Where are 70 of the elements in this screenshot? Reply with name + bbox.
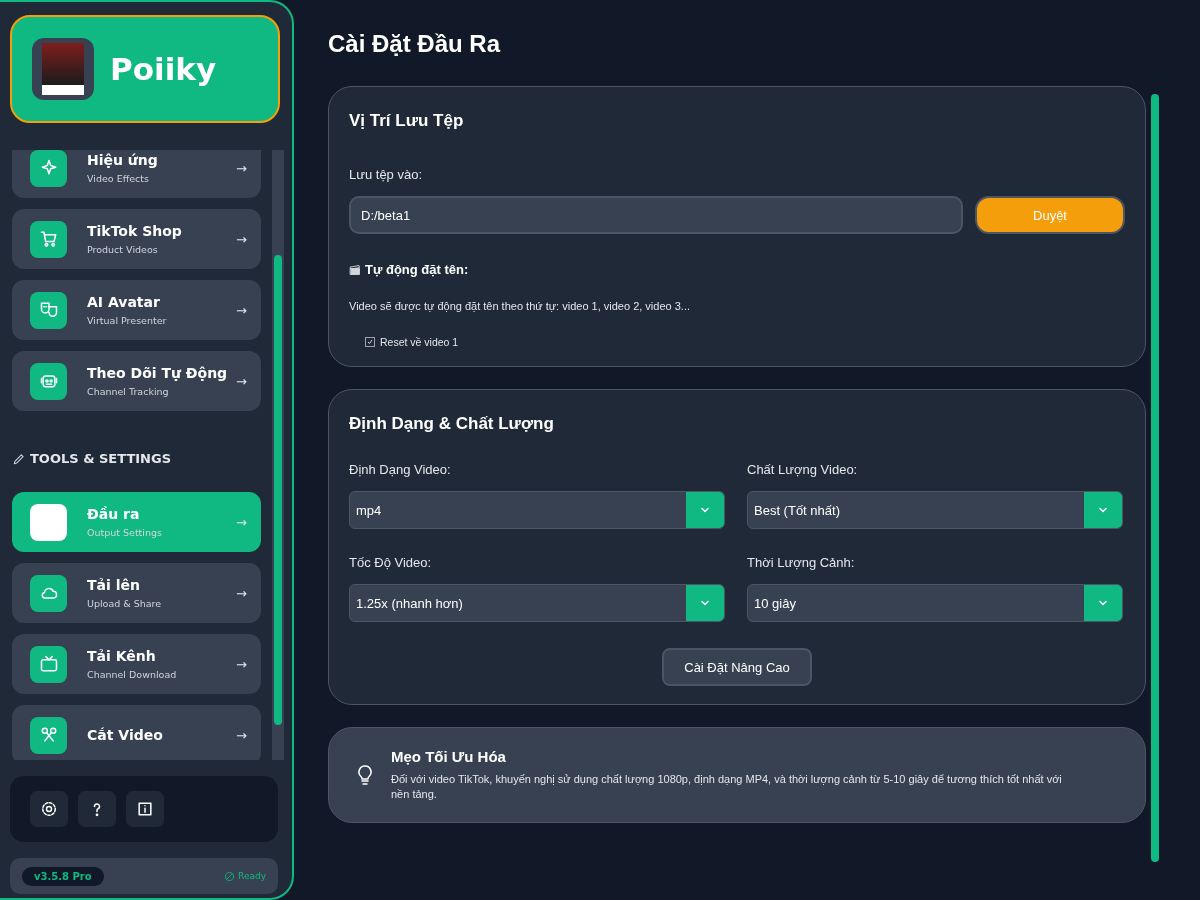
section-label: Tự động đặt tên:	[365, 262, 469, 277]
description-text: Video sẽ được tự động đặt tên theo thứ tự: video 1, video 2, video 3...	[349, 300, 691, 312]
tip-text: Đối với video TikTok, khuyến nghị sử dụng chất lượng 1080p, định dạng MP4, và thời lượng cảnh từ 5-10 giây để tương thích tốt nhất với nền tảng.	[391, 772, 1063, 802]
checkbox-label: Reset về video 1	[380, 336, 459, 348]
nav-item[interactable]: Hiệu ứng Video Effects →	[12, 150, 261, 198]
arrow-glyph: →	[236, 727, 247, 743]
nav-item[interactable]: Tải lên Upload & Share →	[12, 563, 261, 623]
checkbox[interactable]	[365, 337, 375, 347]
nav-title: Tải Kênh	[87, 648, 157, 664]
help-button[interactable]	[78, 791, 116, 827]
arrow-glyph: →	[236, 514, 247, 530]
arrow-glyph: →	[236, 656, 247, 672]
nav-title: Tải lên	[87, 577, 141, 593]
field-label: Định Dạng Video:	[349, 462, 452, 477]
nav-item[interactable]: Tải Kênh Channel Download →	[12, 634, 261, 694]
nav-title: Theo Dõi Tự Động	[87, 365, 229, 381]
scrollbar-thumb[interactable]	[1151, 94, 1159, 862]
nav-subtitle: Virtual Presenter	[87, 315, 168, 326]
nav-item[interactable]: Theo Dõi Tự Động Channel Tracking →	[12, 351, 261, 411]
status-text: Ready	[238, 871, 266, 881]
nav-subtitle: Upload & Share	[87, 598, 163, 609]
checkmark-icon	[367, 339, 373, 345]
info-icon	[135, 799, 155, 819]
settings-icon	[39, 799, 59, 819]
card-title: Định Dạng & Chất Lượng	[349, 414, 555, 434]
nav-title: AI Avatar	[87, 294, 161, 310]
nav-title: Hiệu ứng	[87, 152, 159, 168]
field-label: Thời Lượng Cảnh:	[747, 555, 856, 570]
icon-tile	[30, 503, 67, 541]
settings-button[interactable]	[30, 791, 68, 827]
nav-title: Đầu ra	[87, 506, 141, 522]
nav-item[interactable]: Cắt Video →	[12, 705, 261, 760]
arrow-glyph: →	[236, 585, 247, 601]
section-heading: TOOLS & SETTINGS	[30, 451, 172, 466]
status-icon	[224, 870, 236, 882]
info-button[interactable]	[126, 791, 164, 827]
nav-title: Cắt Video	[87, 727, 164, 743]
tv-icon	[38, 654, 59, 674]
nav-subtitle: Video Effects	[87, 173, 150, 184]
version-badge: v3.5.8 Pro	[22, 866, 104, 886]
nav-item[interactable]: AI Avatar Virtual Presenter →	[12, 280, 261, 340]
field-label: Tốc Độ Video:	[349, 555, 433, 570]
dropdown[interactable]: Best (Tốt nhất)	[747, 491, 1123, 529]
nav-title: TikTok Shop	[87, 223, 183, 239]
nav-subtitle: Channel Download	[87, 669, 178, 680]
masks-icon	[38, 300, 59, 320]
field-label: Lưu tệp vào:	[349, 167, 424, 182]
dropdown[interactable]: 1.25x (nhanh hơn)	[349, 584, 725, 622]
photo-placeholder	[42, 43, 84, 95]
field-label: Chất Lượng Video:	[747, 462, 859, 477]
tip-title: Mẹo Tối Ưu Hóa	[391, 748, 507, 765]
pencil-icon	[12, 451, 26, 466]
nav-subtitle: Product Videos	[87, 244, 159, 255]
card-title: Vị Trí Lưu Tệp	[349, 111, 465, 131]
cart-icon	[38, 229, 59, 249]
arrow-glyph: →	[236, 302, 247, 318]
nav-subtitle: Output Settings	[87, 527, 163, 538]
dropdown[interactable]: 10 giây	[747, 584, 1123, 622]
dropdown[interactable]: mp4	[349, 491, 725, 529]
scrollbar-thumb[interactable]	[274, 255, 282, 725]
page-title: Cài Đặt Đầu Ra	[328, 30, 502, 58]
nav-subtitle: Channel Tracking	[87, 386, 170, 397]
advanced-settings-button[interactable]: Cài Đặt Nâng Cao	[662, 648, 812, 686]
clapperboard-icon	[349, 263, 361, 276]
path-field[interactable]: D:/beta1	[349, 196, 963, 234]
arrow-glyph: →	[236, 231, 247, 247]
arrow-glyph: →	[236, 160, 247, 176]
app-name: Poiiky	[110, 51, 217, 87]
nav-item[interactable]: TikTok Shop Product Videos →	[12, 209, 261, 269]
arrow-glyph: →	[236, 373, 247, 389]
